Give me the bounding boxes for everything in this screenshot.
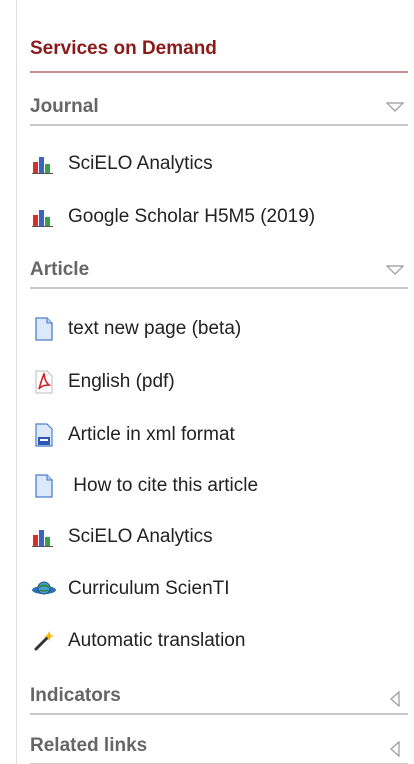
link-label: English (pdf)	[68, 371, 175, 392]
section-journal-header[interactable]: Journal	[30, 96, 408, 126]
link-english-pdf[interactable]: English (pdf)	[30, 367, 175, 397]
link-journal-google-scholar[interactable]: Google Scholar H5M5 (2019)	[30, 202, 315, 232]
link-label: Article in xml format	[68, 424, 235, 445]
section-related-links-label: Related links	[30, 735, 148, 756]
bar-chart-icon	[30, 523, 58, 551]
document-icon	[30, 315, 58, 343]
section-article-header[interactable]: Article	[30, 259, 408, 289]
section-indicators-label: Indicators	[30, 685, 121, 706]
magic-wand-icon	[30, 627, 58, 655]
bar-chart-icon	[30, 203, 58, 231]
section-indicators-header[interactable]: Indicators	[30, 685, 408, 715]
bar-chart-icon	[30, 150, 58, 178]
link-article-xml[interactable]: Article in xml format	[30, 420, 235, 450]
section-related-links-header[interactable]: Related links	[30, 735, 408, 764]
section-divider	[30, 124, 408, 126]
link-curriculum-scienti[interactable]: Curriculum ScienTI	[30, 574, 230, 604]
link-label: text new page (beta)	[68, 318, 242, 339]
chevron-left-icon	[388, 740, 402, 758]
link-article-scielo-analytics[interactable]: SciELO Analytics	[30, 522, 213, 552]
link-label: Automatic translation	[68, 630, 246, 651]
link-text-new-page[interactable]: text new page (beta)	[30, 314, 241, 344]
link-label: SciELO Analytics	[68, 526, 213, 547]
title-divider	[30, 71, 408, 73]
document-icon	[30, 472, 58, 500]
section-journal-label: Journal	[30, 96, 99, 117]
link-how-to-cite[interactable]: How to cite this article	[30, 471, 258, 501]
link-label: SciELO Analytics	[68, 153, 213, 174]
chevron-left-icon	[388, 690, 402, 708]
xml-file-icon	[30, 421, 58, 449]
pdf-icon	[30, 368, 58, 396]
link-label: How to cite this article	[68, 475, 259, 496]
link-label: Curriculum ScienTI	[68, 578, 230, 599]
chevron-down-icon	[385, 100, 405, 114]
chevron-down-icon	[385, 263, 405, 277]
section-divider	[30, 287, 408, 289]
link-label: Google Scholar H5M5 (2019)	[68, 206, 316, 227]
link-automatic-translation[interactable]: Automatic translation	[30, 626, 245, 656]
section-divider	[30, 713, 408, 715]
link-journal-scielo-analytics[interactable]: SciELO Analytics	[30, 149, 213, 179]
services-panel: Services on Demand Journal SciELO Analyt…	[16, 0, 414, 764]
globe-icon	[30, 575, 58, 603]
section-article-label: Article	[30, 259, 90, 280]
panel-title: Services on Demand	[30, 38, 217, 59]
